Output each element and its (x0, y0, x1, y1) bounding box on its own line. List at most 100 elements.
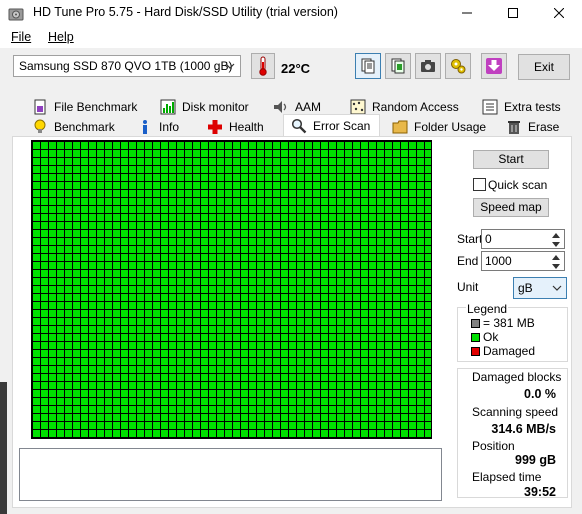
tab-disk-monitor[interactable]: Disk monitor (160, 97, 249, 117)
damaged-blocks-value: 0.0 % (524, 387, 556, 401)
spin-up-icon[interactable] (549, 253, 563, 261)
download-arrow-icon (486, 58, 502, 74)
spin-up-icon[interactable] (549, 231, 563, 239)
health-cross-icon (208, 120, 222, 134)
copy-text-button[interactable] (355, 53, 381, 79)
elapsed-time-value: 39:52 (524, 485, 556, 499)
tab-extra-tests[interactable]: Extra tests (482, 97, 561, 117)
start-scan-button[interactable]: Start (473, 150, 549, 169)
maximize-icon (508, 8, 518, 18)
legend-ok-text: Ok (483, 330, 499, 344)
menu-bar (0, 26, 582, 48)
menu-file-label: File (11, 30, 32, 44)
copy-all-icon (391, 58, 405, 74)
tab-disk-monitor-label: Disk monitor (182, 100, 249, 114)
camera-icon (421, 60, 435, 72)
disk-monitor-icon (160, 99, 176, 115)
tab-erase-label: Erase (528, 120, 560, 134)
folder-icon (392, 120, 408, 134)
chevron-down-icon (225, 63, 235, 69)
start-position-value: 0 (485, 232, 492, 246)
tab-benchmark[interactable]: Benchmark (32, 117, 115, 137)
temperature-value: 22°C (281, 61, 311, 76)
speed-map-button[interactable]: Speed map (473, 198, 549, 217)
scan-block-map (31, 140, 432, 439)
legend-title: Legend (466, 302, 509, 316)
minimize-button[interactable] (444, 0, 490, 26)
tab-folder-usage-label: Folder Usage (414, 120, 487, 134)
app-disk-icon (8, 8, 24, 21)
end-position-input[interactable]: 1000 (481, 251, 565, 271)
tab-folder-usage[interactable]: Folder Usage (392, 117, 486, 137)
damaged-swatch (471, 346, 480, 356)
position-value: 999 gB (515, 453, 556, 467)
menu-help-label: Help (48, 30, 74, 44)
damaged-blocks-label: Damaged blocks (472, 370, 562, 384)
unit-select[interactable]: gB (513, 277, 567, 299)
copy-all-button[interactable] (385, 53, 411, 79)
extra-tests-icon (482, 99, 498, 115)
chevron-down-icon (552, 285, 562, 291)
tab-health-label: Health (229, 120, 264, 134)
legend-damaged: Damaged (471, 344, 535, 358)
window-edge-shadow (0, 382, 7, 514)
tab-error-scan[interactable]: Error Scan (283, 114, 380, 137)
legend-block-size: = 381 MB (471, 316, 535, 330)
tab-benchmark-label: Benchmark (54, 120, 115, 134)
close-icon (554, 8, 564, 18)
tab-erase[interactable]: Erase (506, 117, 559, 137)
scan-log-box[interactable] (19, 448, 442, 501)
magnifier-icon (291, 118, 307, 134)
legend-ok: Ok (471, 330, 498, 344)
file-benchmark-icon (34, 99, 46, 115)
close-button[interactable] (536, 0, 582, 26)
tab-info[interactable]: Info (137, 117, 179, 137)
unit-select-value: gB (518, 281, 533, 295)
legend-block-size-text: = 381 MB (483, 316, 535, 330)
quick-scan-label: Quick scan (488, 178, 548, 192)
tab-extra-tests-label: Extra tests (504, 100, 561, 114)
exit-button[interactable]: Exit (518, 54, 570, 80)
thermometer-icon (259, 56, 267, 76)
elapsed-time-label: Elapsed time (472, 470, 542, 484)
save-button[interactable] (481, 53, 507, 79)
minimize-icon (462, 12, 472, 14)
trash-icon (508, 121, 520, 134)
end-label: End (457, 254, 479, 268)
options-gears-icon (451, 59, 466, 74)
window-title: HD Tune Pro 5.75 - Hard Disk/SSD Utility… (33, 5, 338, 19)
menu-file[interactable]: File (11, 30, 31, 44)
legend-damaged-text: Damaged (483, 344, 536, 358)
start-label: Start (457, 232, 483, 246)
scanning-speed-label: Scanning speed (472, 405, 559, 419)
tab-error-scan-label: Error Scan (313, 119, 371, 133)
block-swatch (471, 318, 480, 328)
speaker-icon (274, 101, 287, 113)
tab-file-benchmark-label: File Benchmark (54, 100, 138, 114)
quick-scan-checkbox[interactable] (473, 178, 486, 191)
scanning-speed-value: 314.6 MB/s (491, 422, 556, 436)
unit-label: Unit (457, 280, 479, 294)
position-label: Position (472, 439, 515, 453)
spin-down-icon[interactable] (549, 240, 563, 248)
info-icon (143, 120, 147, 134)
lightbulb-icon (34, 119, 46, 133)
screenshot-button[interactable] (415, 53, 441, 79)
start-position-input[interactable]: 0 (481, 229, 565, 249)
maximize-button[interactable] (490, 0, 536, 26)
tab-aam-label: AAM (295, 100, 322, 114)
options-button[interactable] (445, 53, 471, 79)
drive-select[interactable]: Samsung SSD 870 QVO 1TB (1000 gB) (13, 55, 241, 77)
spin-down-icon[interactable] (549, 262, 563, 270)
tab-random-access-label: Random Access (372, 100, 459, 114)
menu-help[interactable]: Help (48, 30, 74, 44)
end-position-value: 1000 (485, 254, 512, 268)
ok-swatch (471, 332, 480, 342)
tab-file-benchmark[interactable]: File Benchmark (32, 97, 137, 117)
tab-info-label: Info (159, 120, 180, 134)
copy-document-icon (361, 58, 375, 74)
temperature-button[interactable] (251, 53, 275, 79)
random-access-icon (350, 99, 366, 115)
drive-select-value: Samsung SSD 870 QVO 1TB (1000 gB) (19, 59, 233, 73)
tab-health[interactable]: Health (207, 117, 264, 137)
